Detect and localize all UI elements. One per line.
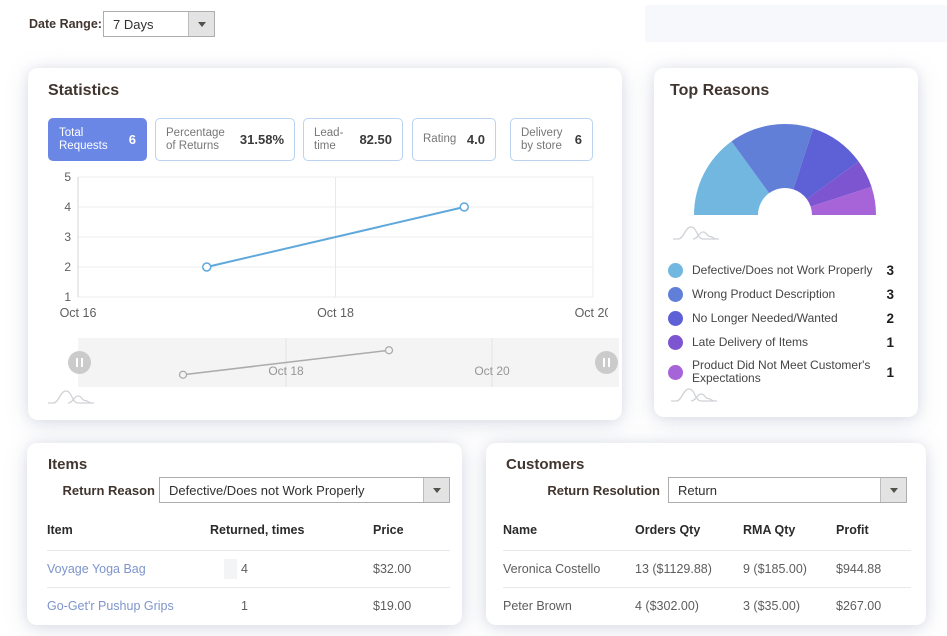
return-reason-label: Return Reason <box>27 483 155 498</box>
stat-box-delivery-by-store[interactable]: Delivery by store6 <box>510 118 593 161</box>
scroller-right-handle[interactable] <box>595 351 618 374</box>
items-title: Items <box>48 456 87 473</box>
name-cell: Veronica Costello <box>503 551 635 588</box>
price-cell: $19.00 <box>373 588 450 625</box>
svg-text:4: 4 <box>64 200 71 214</box>
legend-dot-icon <box>668 311 683 326</box>
return-resolution-label: Return Resolution <box>486 483 660 498</box>
column-header: Profit <box>836 523 911 551</box>
customers-title: Customers <box>506 456 584 473</box>
legend-item[interactable]: Late Delivery of Items1 <box>668 335 894 350</box>
chevron-down-icon[interactable] <box>188 12 214 36</box>
legend-value: 3 <box>882 263 894 278</box>
svg-text:Oct 20: Oct 20 <box>474 364 510 378</box>
stat-box-label: Rating <box>423 133 467 146</box>
legend-value: 2 <box>882 311 894 326</box>
orders-qty-cell: 13 ($1129.88) <box>635 551 743 588</box>
stat-box-value: 6 <box>129 132 136 147</box>
table-row: Veronica Costello13 ($1129.88)9 ($185.00… <box>503 551 911 588</box>
legend-label: Late Delivery of Items <box>692 336 882 349</box>
column-header: Price <box>373 523 450 551</box>
stat-box-value: 6 <box>575 132 582 147</box>
returned-times-cell: 4 <box>210 551 373 588</box>
item-link[interactable]: Go-Get'r Pushup Grips <box>47 588 210 625</box>
svg-text:Oct 18: Oct 18 <box>268 364 304 378</box>
legend-dot-icon <box>668 365 683 380</box>
stat-box-label: Lead-time <box>314 127 354 153</box>
item-link[interactable]: Voyage Yoga Bag <box>47 551 210 588</box>
items-table: ItemReturned, timesPrice Voyage Yoga Bag… <box>47 523 450 624</box>
stat-box-label: Delivery by store <box>521 127 575 153</box>
customers-card: Customers Return Resolution Return NameO… <box>486 443 926 625</box>
legend-item[interactable]: Wrong Product Description3 <box>668 287 894 302</box>
date-range-select[interactable]: 7 Days <box>103 11 215 37</box>
date-range-value: 7 Days <box>113 17 153 32</box>
chevron-down-icon[interactable] <box>880 478 906 502</box>
stat-box-total-requests[interactable]: Total Requests 6 <box>48 118 147 161</box>
legend-label: Product Did Not Meet Customer's Expectat… <box>692 359 882 385</box>
legend-label: Defective/Does not Work Properly <box>692 264 882 277</box>
items-card: Items Return Reason Defective/Does not W… <box>27 443 462 625</box>
column-header: Orders Qty <box>635 523 743 551</box>
profit-cell: $267.00 <box>836 588 911 625</box>
return-reason-select[interactable]: Defective/Does not Work Properly <box>159 477 450 503</box>
svg-text:Oct 16: Oct 16 <box>60 306 97 320</box>
table-row: Voyage Yoga Bag4$32.00 <box>47 551 450 588</box>
svg-text:Oct 18: Oct 18 <box>317 306 354 320</box>
legend-value: 1 <box>882 335 894 350</box>
date-range-label: Date Range: <box>29 17 102 31</box>
name-cell: Peter Brown <box>503 588 635 625</box>
legend-label: Wrong Product Description <box>692 288 882 301</box>
legend-item[interactable]: Product Did Not Meet Customer's Expectat… <box>668 359 894 385</box>
column-header: RMA Qty <box>743 523 836 551</box>
stat-box-rating[interactable]: Rating4.0 <box>412 118 496 161</box>
return-reason-value: Defective/Does not Work Properly <box>169 483 365 498</box>
rma-qty-cell: 9 ($185.00) <box>743 551 836 588</box>
top-reasons-legend: Defective/Does not Work Properly3Wrong P… <box>668 263 894 394</box>
column-header: Item <box>47 523 210 551</box>
rma-qty-cell: 3 ($35.00) <box>743 588 836 625</box>
svg-text:5: 5 <box>64 170 71 184</box>
legend-value: 1 <box>882 365 894 380</box>
stat-box-label: Percentage of Returns <box>166 127 234 153</box>
return-resolution-select[interactable]: Return <box>668 477 907 503</box>
stat-box-label: Total Requests <box>59 127 119 153</box>
anychart-watermark-icon <box>673 227 719 239</box>
svg-text:Oct 20: Oct 20 <box>575 306 612 320</box>
legend-dot-icon <box>668 335 683 350</box>
return-resolution-value: Return <box>678 483 717 498</box>
chevron-down-icon[interactable] <box>423 478 449 502</box>
svg-text:1: 1 <box>64 290 71 304</box>
svg-text:3: 3 <box>64 230 71 244</box>
svg-text:2: 2 <box>64 260 71 274</box>
returned-times-cell: 1 <box>210 588 373 625</box>
legend-value: 3 <box>882 287 894 302</box>
table-row: Peter Brown4 ($302.00)3 ($35.00)$267.00 <box>503 588 911 625</box>
legend-label: No Longer Needed/Wanted <box>692 312 882 325</box>
legend-item[interactable]: Defective/Does not Work Properly3 <box>668 263 894 278</box>
stat-box-value: 82.50 <box>359 132 392 147</box>
column-header: Name <box>503 523 635 551</box>
scroller-left-handle[interactable] <box>68 351 91 374</box>
top-reasons-card: Top Reasons Defective/Does not Work Prop… <box>654 68 918 417</box>
customers-table: NameOrders QtyRMA QtyProfit Veronica Cos… <box>503 523 911 624</box>
legend-item[interactable]: No Longer Needed/Wanted2 <box>668 311 894 326</box>
table-row: Go-Get'r Pushup Grips1$19.00 <box>47 588 450 625</box>
legend-dot-icon <box>668 287 683 302</box>
top-right-panel <box>645 5 947 42</box>
price-cell: $32.00 <box>373 551 450 588</box>
column-header: Returned, times <box>210 523 373 551</box>
stat-box-value: 4.0 <box>467 132 485 147</box>
stat-box-lead-time[interactable]: Lead-time 82.50 <box>303 118 403 161</box>
statistics-card: Statistics 54321Oct 16Oct 18Oct 20Oct 18… <box>28 68 622 420</box>
profit-cell: $944.88 <box>836 551 911 588</box>
legend-dot-icon <box>668 263 683 278</box>
anychart-watermark-icon <box>48 391 94 403</box>
orders-qty-cell: 4 ($302.00) <box>635 588 743 625</box>
stat-box-value: 31.58% <box>240 132 284 147</box>
stat-box-percentage-of-returns[interactable]: Percentage of Returns 31.58% <box>155 118 295 161</box>
mini-bar <box>224 559 237 579</box>
